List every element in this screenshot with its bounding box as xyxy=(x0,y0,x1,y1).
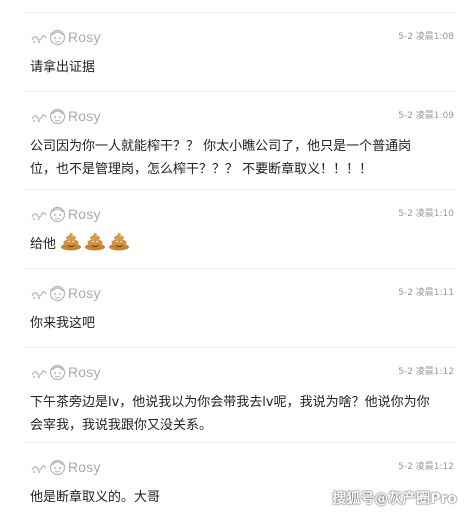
comment-text: 你来我这吧 xyxy=(30,316,96,331)
username[interactable]: Rosy xyxy=(68,29,101,45)
avatar[interactable] xyxy=(49,108,66,125)
poop-emoji xyxy=(85,232,105,251)
swirl-icon xyxy=(31,291,47,299)
poop-emoji xyxy=(109,232,129,251)
timestamp: 5-2 凌晨1:12 xyxy=(398,367,454,377)
swirl-icon xyxy=(31,114,47,122)
divider xyxy=(26,189,454,190)
avatar[interactable] xyxy=(49,364,66,381)
swirl-icon xyxy=(31,35,47,43)
comment-meta: Rosy xyxy=(30,107,101,125)
timestamp: 5-2 凌晨1:10 xyxy=(398,209,454,219)
comment-meta: Rosy xyxy=(30,363,101,381)
emoji-row xyxy=(60,229,130,251)
swirl-icon xyxy=(31,212,47,220)
divider xyxy=(26,268,454,269)
user-decoration xyxy=(30,364,66,381)
username[interactable]: Rosy xyxy=(68,108,101,124)
comment-text: 请拿出证据 xyxy=(30,60,96,75)
avatar[interactable] xyxy=(49,459,66,476)
timestamp: 5-2 凌晨1:08 xyxy=(398,32,454,42)
comment-meta: Rosy xyxy=(30,458,101,476)
swirl-icon xyxy=(31,370,47,378)
comment-text: 下午茶旁边是lv，他说我以为你会带我去lv呢，我说为啥？他说你为你会宰我，我说我… xyxy=(30,395,430,433)
user-decoration xyxy=(30,285,66,302)
user-decoration xyxy=(30,108,66,125)
divider xyxy=(26,12,454,13)
username[interactable]: Rosy xyxy=(68,285,101,301)
user-decoration xyxy=(30,206,66,223)
avatar[interactable] xyxy=(49,29,66,46)
avatar[interactable] xyxy=(49,285,66,302)
divider xyxy=(26,91,454,92)
comment-text: 公司因为你一人就能榨干？？ 你太小瞧公司了，他只是一个普通岗位，也不是管理岗，怎… xyxy=(30,139,412,177)
avatar[interactable] xyxy=(49,206,66,223)
divider xyxy=(26,442,454,443)
poop-emoji xyxy=(61,232,81,251)
comment-meta: Rosy xyxy=(30,28,101,46)
username[interactable]: Rosy xyxy=(68,364,101,380)
comment-meta: Rosy xyxy=(30,284,101,302)
username[interactable]: Rosy xyxy=(68,206,101,222)
timestamp: 5-2 凌晨1:12 xyxy=(398,462,454,472)
user-decoration xyxy=(30,459,66,476)
comment-thread-page: Rosy 5-2 凌晨1:08 请拿出证据 Rosy 5-2 凌晨1:09 公司… xyxy=(0,0,469,516)
divider xyxy=(26,347,454,348)
timestamp: 5-2 凌晨1:09 xyxy=(398,111,454,121)
username[interactable]: Rosy xyxy=(68,459,101,475)
watermark: 搜狐号@灰产圈Pro xyxy=(332,491,457,507)
swirl-icon xyxy=(31,465,47,473)
comment-meta: Rosy xyxy=(30,205,101,223)
user-decoration xyxy=(30,29,66,46)
timestamp: 5-2 凌晨1:11 xyxy=(398,288,454,298)
